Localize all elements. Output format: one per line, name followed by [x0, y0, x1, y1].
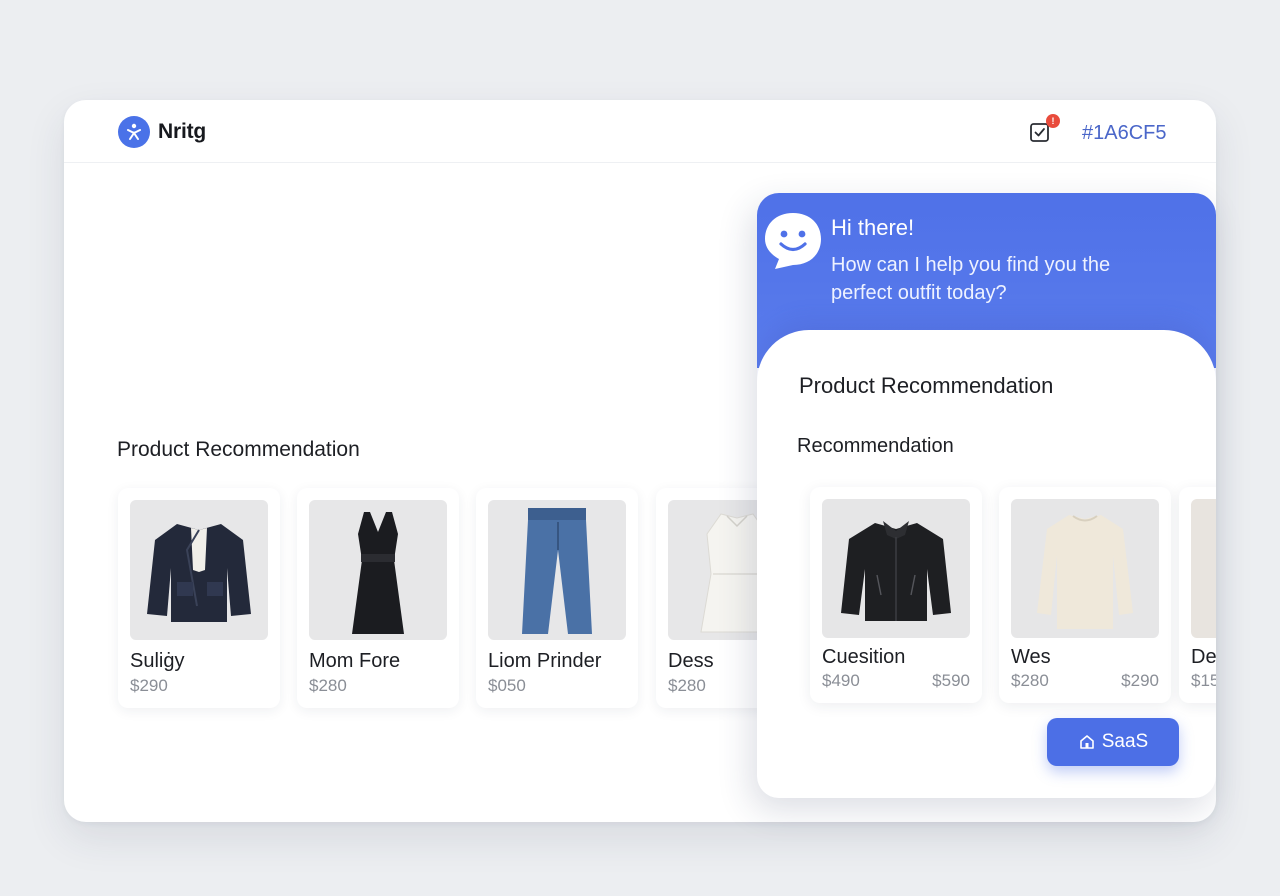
product-card[interactable]: Liom Prinder $050 [476, 488, 638, 708]
product-card[interactable]: Suliġy $290 [118, 488, 280, 708]
brand[interactable]: Nritg [118, 116, 206, 148]
product-price: $050 [488, 676, 526, 695]
chat-product-card[interactable]: De $15 [1179, 487, 1216, 703]
product-image-sweater [1011, 499, 1159, 638]
product-price-alt: $590 [932, 671, 970, 690]
chat-product-card[interactable]: Cuesition $490 $590 [810, 487, 982, 703]
smiley-bubble-icon[interactable] [763, 209, 823, 276]
figure-logo-icon [118, 116, 150, 148]
chat-section-subtitle: Recommendation [797, 435, 954, 457]
tasks-button[interactable]: ! [1028, 114, 1060, 144]
notification-badge: ! [1046, 114, 1060, 128]
product-image-jeans [488, 500, 626, 640]
top-bar: Nritg ! #1A6CF5 [64, 100, 1216, 163]
product-price-alt: $290 [1121, 671, 1159, 690]
product-name: Wes [1011, 646, 1051, 668]
product-card[interactable]: Mom Fore $280 [297, 488, 459, 708]
chat-greeting: Hi there! [831, 215, 915, 240]
product-image-dress [309, 500, 447, 640]
section-title: Product Recommendation [117, 438, 360, 461]
product-name: Liom Prinder [488, 650, 602, 672]
product-price: $290 [130, 676, 168, 695]
product-name: Mom Fore [309, 650, 401, 672]
chat-product-card[interactable]: Wes $280 $290 [999, 487, 1171, 703]
product-image-coat [130, 500, 268, 640]
product-name: Dess [668, 650, 714, 672]
product-name: Suliġy [130, 650, 185, 672]
home-icon [1079, 735, 1094, 749]
product-price: $280 [668, 676, 706, 695]
product-name: De [1191, 646, 1216, 668]
product-image-tan [1191, 499, 1216, 638]
saas-button[interactable]: SaaS [1047, 718, 1179, 766]
product-name: Cuesition [822, 646, 906, 668]
chat-section-title: Product Recommendation [799, 373, 1054, 398]
chat-message: How can I help you find you the perfect … [831, 254, 1111, 304]
product-price: $490 [822, 671, 860, 690]
chat-assistant-panel: Hi there! How can I help you find you th… [757, 193, 1216, 798]
saas-button-label: SaaS [1101, 731, 1149, 752]
brand-name: Nritg [158, 120, 206, 143]
product-price: $280 [309, 676, 347, 695]
color-code-label[interactable]: #1A6CF5 [1082, 122, 1167, 145]
product-image-jacket [822, 499, 970, 638]
product-price: $280 [1011, 671, 1049, 690]
product-price: $15 [1191, 671, 1216, 690]
